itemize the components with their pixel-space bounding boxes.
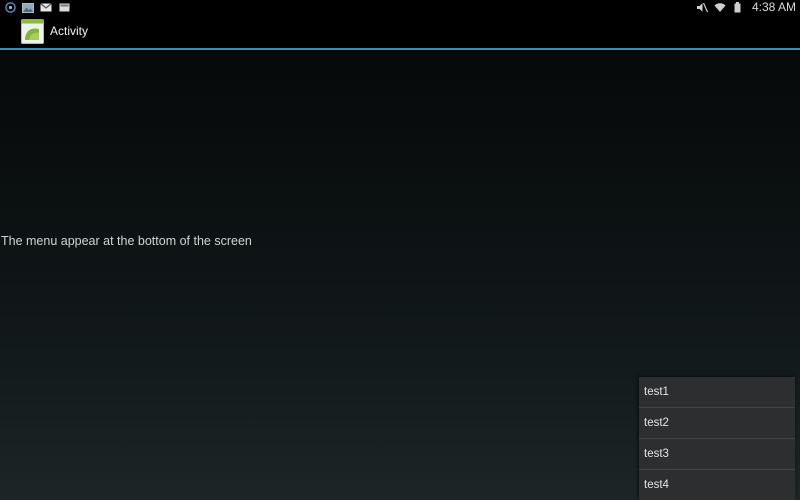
email-notification-icon xyxy=(58,2,70,13)
notification-area[interactable] xyxy=(4,0,70,15)
menu-item-test1[interactable]: test1 xyxy=(639,377,795,408)
menu-item-test4[interactable]: test4 xyxy=(639,470,795,500)
options-menu: test1 test2 test3 test4 xyxy=(639,377,795,500)
battery-icon xyxy=(732,2,744,13)
system-status-area[interactable]: 4:38 AM xyxy=(696,0,796,15)
mute-icon xyxy=(696,2,708,13)
screen: 4:38 AM Activity The menu appear at the … xyxy=(0,0,800,500)
content-message: The menu appear at the bottom of the scr… xyxy=(1,234,252,248)
status-time: 4:38 AM xyxy=(751,0,796,14)
sync-badge-icon xyxy=(4,2,16,13)
status-bar: 4:38 AM xyxy=(0,0,800,15)
wifi-icon xyxy=(714,2,726,13)
action-bar-title: Activity xyxy=(50,24,89,38)
gallery-notification-icon xyxy=(22,2,34,13)
action-bar: Activity xyxy=(0,15,800,50)
android-app-icon[interactable] xyxy=(21,19,44,44)
menu-item-test3[interactable]: test3 xyxy=(639,439,795,470)
menu-item-test2[interactable]: test2 xyxy=(639,408,795,439)
gmail-notification-icon xyxy=(40,2,52,13)
